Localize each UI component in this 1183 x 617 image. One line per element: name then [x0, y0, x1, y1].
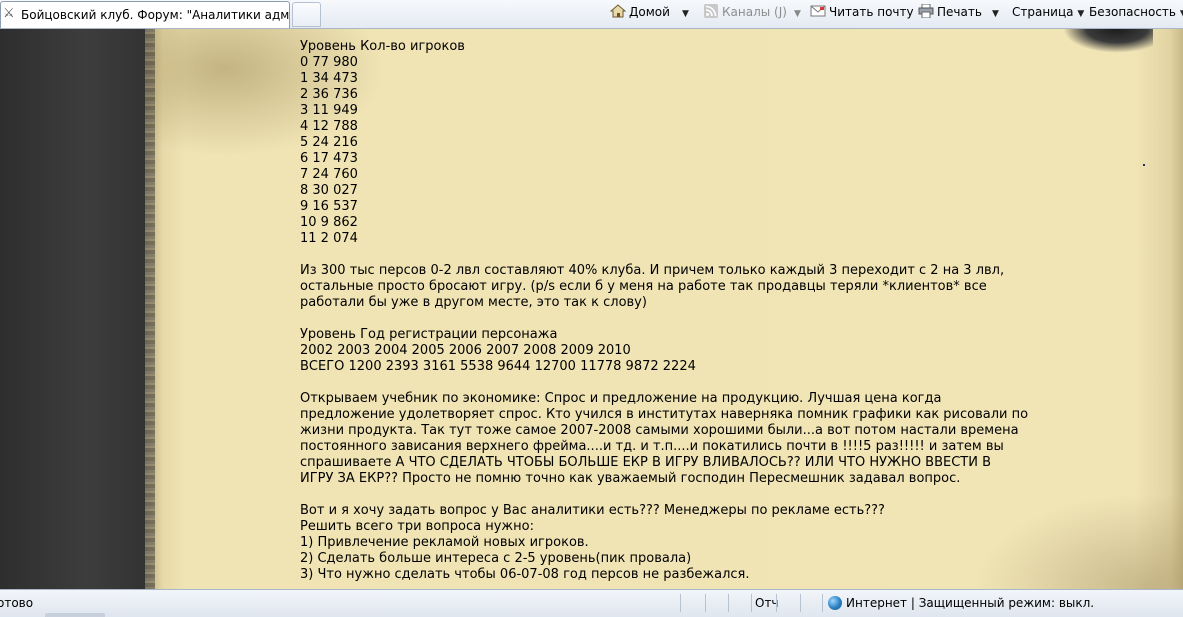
paragraph-line: Вот и я хочу задать вопрос у Вас аналити… [300, 503, 885, 518]
feeds-dropdown[interactable]: ▼ [794, 0, 801, 26]
browser-command-bar: ⚔ Бойцовский клуб. Форум: "Аналитики адм… [0, 0, 1183, 29]
page-menu-label: Страница [1012, 5, 1074, 19]
page-left-dark-border [0, 29, 145, 589]
list-item: 1) Привлечение рекламой новых игроков. [300, 535, 589, 550]
safety-menu-button[interactable]: Безопасность ▼ [1089, 0, 1183, 26]
levels-row: 1 34 473 [300, 71, 358, 86]
home-button[interactable]: Домой [610, 0, 670, 26]
paragraph-line: Из 300 тыс персов 0-2 лвл составляют 40%… [300, 263, 1005, 278]
status-text: отово [0, 596, 34, 610]
paragraph-line: жизни продукта. Так тут тоже самое 2007-… [300, 423, 1019, 438]
security-zone-pane[interactable]: Интернет | Защищенный режим: выкл. [828, 596, 1094, 610]
forum-post-body: Уровень Кол-во игроков 0 77 980 1 34 473… [300, 39, 1040, 583]
registration-totals-row: ВСЕГО 1200 2393 3161 5538 9644 12700 117… [300, 359, 696, 374]
printer-icon [918, 4, 934, 18]
levels-row: 3 11 949 [300, 103, 358, 118]
mail-icon [810, 5, 826, 17]
levels-row: 0 77 980 [300, 55, 358, 70]
home-dropdown[interactable]: ▼ [682, 0, 689, 26]
levels-row: 7 24 760 [300, 167, 358, 182]
decorative-corner-ornament [1063, 29, 1153, 53]
levels-row: 11 2 074 [300, 231, 358, 246]
safety-menu-label: Безопасность [1089, 5, 1176, 19]
paragraph-line: предложение удолетворяет спрос. Кто учил… [300, 407, 1029, 422]
home-label: Домой [629, 5, 670, 19]
registration-years-row: 2002 2003 2004 2005 2006 2007 2008 2009 … [300, 343, 631, 358]
new-tab-button[interactable] [292, 2, 321, 27]
levels-table-header: Уровень Кол-во игроков [300, 39, 465, 54]
parchment-torn-edge [145, 29, 155, 589]
levels-row: 9 16 537 [300, 199, 358, 214]
security-zone-label: Интернет | Защищенный режим: выкл. [846, 596, 1095, 610]
tab-title: Бойцовский клуб. Форум: "Аналитики админ… [21, 8, 290, 22]
list-item: 2) Сделать больше интереса с 2-5 уровень… [300, 551, 692, 566]
read-mail-button[interactable]: Читать почту [810, 0, 914, 26]
paragraph-line: работали бы уже в другом месте, это так … [300, 295, 647, 310]
paragraph-line: ИГРУ ЗА ЕКР?? Просто не помню точно как … [300, 471, 961, 486]
print-label: Печать [937, 5, 982, 19]
levels-row: 4 12 788 [300, 119, 358, 134]
feeds-label: Каналы (J) [722, 5, 787, 19]
levels-row: 6 17 473 [300, 151, 358, 166]
page-menu-button[interactable]: Страница ▼ [1012, 0, 1084, 26]
paragraph-line: Решить всего три вопроса нужно: [300, 519, 534, 534]
globe-icon [828, 596, 842, 610]
chevron-down-icon: ▼ [992, 9, 999, 19]
rss-feed-icon [704, 4, 718, 18]
levels-row: 10 9 862 [300, 215, 358, 230]
browser-tab-active[interactable]: ⚔ Бойцовский клуб. Форум: "Аналитики адм… [0, 1, 290, 28]
feeds-button[interactable]: Каналы (J) [703, 0, 787, 26]
browser-status-bar: отово Отч Интернет | Защищенный режим: в… [0, 589, 1183, 617]
crossed-swords-icon: ⚔ [3, 6, 15, 21]
list-item: 3) Что нужно сделать чтобы 06-07-08 год … [300, 567, 750, 582]
registration-table-header: Уровень Год регистрации персонажа [300, 327, 558, 342]
read-mail-label: Читать почту [829, 5, 914, 19]
status-pane-partial[interactable]: Отч [755, 596, 779, 610]
levels-row: 8 30 027 [300, 183, 358, 198]
paragraph-line: постоянного зависания верхнего фрейма...… [300, 439, 1004, 454]
status-progress-slot [45, 613, 105, 617]
decorative-dot [1143, 164, 1145, 166]
home-icon [610, 4, 626, 18]
print-dropdown[interactable]: ▼ [992, 0, 999, 26]
chevron-down-icon: ▼ [1077, 9, 1085, 19]
chevron-down-icon: ▼ [682, 9, 689, 19]
paragraph-line: остальные просто бросают игру. (p/s если… [300, 279, 987, 294]
paragraph-line: Открываем учебник по экономике: Спрос и … [300, 391, 942, 406]
levels-row: 2 36 736 [300, 87, 358, 102]
print-button[interactable]: Печать [918, 0, 982, 26]
levels-row: 5 24 216 [300, 135, 358, 150]
chevron-down-icon: ▼ [794, 9, 801, 19]
paragraph-line: спрашиваете А ЧТО СДЕЛАТЬ ЧТОБЫ БОЛЬШЕ Е… [300, 455, 992, 470]
